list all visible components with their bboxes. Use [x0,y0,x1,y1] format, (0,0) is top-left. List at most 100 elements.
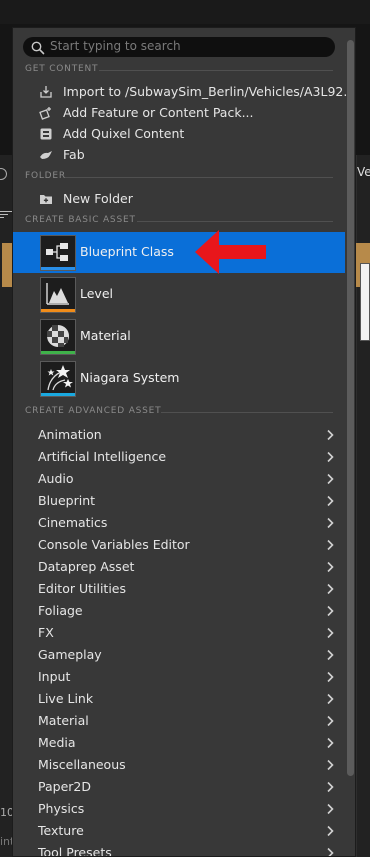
menu-item-add-feature-pack[interactable]: Add Feature or Content Pack... [13,103,345,124]
quixel-icon [40,128,52,140]
chevron-right-icon [327,847,334,856]
submenu-item-label: Animation [38,427,102,442]
chevron-right-icon [327,693,334,705]
submenu-item-label: Foliage [38,603,83,618]
asset-thumbnail [40,235,76,271]
editor-top-bar [0,0,370,24]
submenu-item-label: Audio [38,471,74,486]
menu-item-label: Import to /SubwaySim_Berlin/Vehicles/A3L… [63,84,356,99]
asset-label: Blueprint Class [80,244,174,259]
chevron-right-icon [327,605,334,617]
submenu-item-label: Miscellaneous [38,757,126,772]
submenu-item[interactable]: Cinematics [13,512,345,534]
add-asset-menu: Start typing to search GET CONTENT Impor… [12,27,356,857]
chevron-right-icon [327,627,334,639]
material-icon [47,325,69,347]
chevron-right-icon [327,561,334,573]
chevron-right-icon [327,649,334,661]
submenu-item[interactable]: Editor Utilities [13,578,345,600]
submenu-item-label: Cinematics [38,515,108,530]
submenu-item[interactable]: Foliage [13,600,345,622]
asset-level[interactable]: Level [13,274,345,315]
chevron-right-icon [327,539,334,551]
submenu-item[interactable]: Artificial Intelligence [13,446,345,468]
chevron-right-icon [327,429,334,441]
submenu-item-label: Console Variables Editor [38,537,190,552]
fab-icon [40,151,52,159]
menu-item-fab[interactable]: Fab [13,145,345,166]
menu-item-label: Add Feature or Content Pack... [63,105,254,120]
section-folder: FOLDER [25,171,333,185]
submenu-item-label: Blueprint [38,493,96,508]
asset-label: Niagara System [80,370,180,385]
search-box[interactable]: Start typing to search [23,37,335,57]
submenu-item-label: Gameplay [38,647,102,662]
asset-material[interactable]: Material [13,316,345,357]
submenu-item-label: Tool Presets [38,845,112,857]
chevron-right-icon [327,583,334,595]
asset-label: Material [80,328,131,343]
submenu-item-label: Paper2D [38,779,91,794]
submenu-item-label: Texture [38,823,84,838]
asset-accent-bar [41,351,75,354]
chevron-right-icon [327,671,334,683]
submenu-item[interactable]: Physics [13,798,345,820]
menu-item-import[interactable]: Import to /SubwaySim_Berlin/Vehicles/A3L… [13,82,355,103]
submenu-item[interactable]: FX [13,622,345,644]
submenu-item-label: Input [38,669,71,684]
chevron-right-icon [327,715,334,727]
section-label: GET CONTENT [25,64,99,74]
submenu-item[interactable]: Material [13,710,345,732]
submenu-item[interactable]: Media [13,732,345,754]
submenu-item-label: Physics [38,801,85,816]
annotation-arrow [195,230,266,274]
submenu-item-label: Material [38,713,89,728]
search-input[interactable]: Start typing to search [50,39,181,53]
submenu-item[interactable]: Console Variables Editor [13,534,345,556]
search-icon [31,41,45,55]
asset-accent-bar [41,309,75,312]
submenu-item-label: Dataprep Asset [38,559,135,574]
chevron-right-icon [327,737,334,749]
menu-item-new-folder[interactable]: New Folder [13,189,345,210]
chevron-right-icon [327,803,334,815]
asset-thumbnail[interactable] [360,263,370,341]
submenu-item[interactable]: Live Link [13,688,345,710]
asset-label: Level [80,286,113,301]
asset-accent-bar [41,393,75,396]
submenu-item-label: Media [38,735,76,750]
asset-thumbnail [40,277,76,313]
background-tab-label[interactable]: Ve [357,165,370,179]
submenu-item-label: Editor Utilities [38,581,127,596]
submenu-item[interactable]: Dataprep Asset [13,556,345,578]
section-label: FOLDER [25,171,66,181]
menu-item-add-quixel[interactable]: Add Quixel Content [13,124,345,145]
submenu-item[interactable]: Paper2D [13,776,345,798]
asset-niagara-system[interactable]: Niagara System [13,358,345,399]
section-label: CREATE ADVANCED ASSET [25,406,162,416]
submenu-item[interactable]: Texture [13,820,345,842]
submenu-item[interactable]: Miscellaneous [13,754,345,776]
section-label: CREATE BASIC ASSET [25,215,136,225]
submenu-item[interactable]: Blueprint [13,490,345,512]
menu-scrollbar-thumb[interactable] [347,40,354,776]
chevron-right-icon [327,825,334,837]
menu-item-label: New Folder [63,191,133,206]
submenu-item-label: Artificial Intelligence [38,449,167,464]
menu-item-label: Fab [63,147,85,162]
chevron-right-icon [327,759,334,771]
niagara-system-icon [47,365,73,391]
filter-icon[interactable] [0,211,12,219]
chevron-right-icon [327,451,334,463]
asset-thumbnail [40,319,76,355]
submenu-item[interactable]: Audio [13,468,345,490]
submenu-item[interactable]: Tool Presets [13,842,345,857]
submenu-item[interactable]: Animation [13,424,345,446]
submenu-item[interactable]: Input [13,666,345,688]
submenu-item[interactable]: Gameplay [13,644,345,666]
asset-thumbnail [40,361,76,397]
blueprint-class-icon [46,243,68,261]
asset-blueprint-class[interactable]: Blueprint Class [13,232,345,273]
import-icon [40,86,52,98]
chevron-right-icon [327,517,334,529]
